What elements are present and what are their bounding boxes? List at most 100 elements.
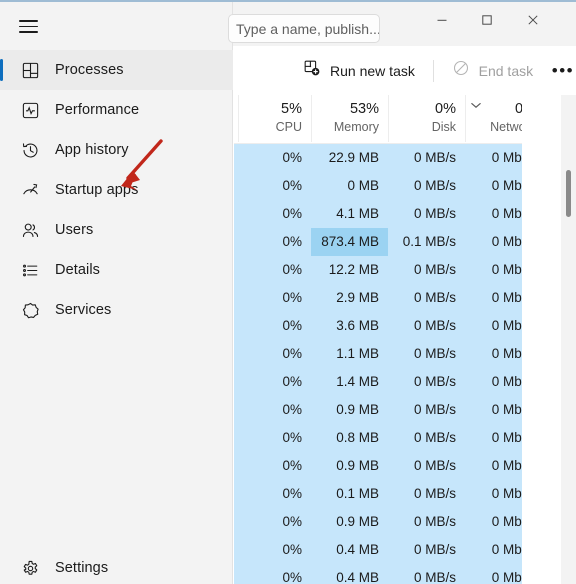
- cell-disk: 0 MB/s: [413, 262, 456, 277]
- cell-cpu: 0%: [282, 346, 302, 361]
- cell-memory: 0.9 MB: [336, 402, 379, 417]
- cell-cpu: 0%: [282, 234, 302, 249]
- cell-cpu: 0%: [282, 486, 302, 501]
- cell-cpu: 0%: [282, 570, 302, 584]
- column-summary: 5%: [281, 101, 302, 117]
- selection-accent-bar: [0, 59, 3, 81]
- task-manager-window: Processes Performance App history Startu…: [0, 0, 576, 584]
- sidebar-nav-list: Processes Performance App history Startu…: [0, 50, 233, 330]
- cell-disk: 0 MB/s: [413, 290, 456, 305]
- cell-memory: 0 MB: [347, 178, 379, 193]
- cell-cpu: 0%: [282, 514, 302, 529]
- hamburger-icon-bar: [19, 20, 38, 22]
- cell-cpu: 0%: [282, 458, 302, 473]
- cell-cpu: 0%: [282, 206, 302, 221]
- search-input[interactable]: Type a name, publish...: [228, 14, 380, 43]
- cell-disk: 0 MB/s: [413, 430, 456, 445]
- hamburger-icon-bar: [19, 31, 38, 33]
- cell-memory: 22.9 MB: [328, 150, 379, 165]
- run-new-task-label: Run new task: [330, 62, 415, 79]
- users-icon: [8, 221, 52, 240]
- maximize-button[interactable]: [464, 2, 509, 38]
- cell-disk: 0 MB/s: [413, 486, 456, 501]
- cell-cpu: 0%: [282, 318, 302, 333]
- sidebar-item-label: Performance: [55, 102, 140, 118]
- search-placeholder: Type a name, publish...: [236, 20, 380, 37]
- cell-disk: 0 MB/s: [413, 514, 456, 529]
- cell-cpu: 0%: [282, 402, 302, 417]
- scrollbar-thumb[interactable]: [566, 170, 571, 217]
- sidebar-item-settings[interactable]: Settings: [0, 548, 233, 584]
- column-name: CPU: [275, 120, 302, 134]
- sidebar-item-label: Processes: [55, 62, 124, 78]
- cell-memory: 873.4 MB: [311, 228, 388, 256]
- hamburger-menu-button[interactable]: [8, 8, 52, 44]
- cell-disk: 0 MB/s: [413, 178, 456, 193]
- toolbar-divider: [432, 59, 434, 82]
- app-history-icon: [8, 141, 52, 160]
- cell-disk: 0 MB/s: [413, 206, 456, 221]
- vertical-scrollbar[interactable]: [561, 95, 576, 584]
- table-right-gutter: [522, 95, 576, 584]
- cell-memory: 0.4 MB: [336, 570, 379, 584]
- gear-icon: [8, 559, 52, 578]
- cell-disk: 0 MB/s: [413, 570, 456, 584]
- sidebar-item-processes[interactable]: Processes: [0, 50, 233, 90]
- new-task-icon: [303, 59, 321, 82]
- cell-disk: 0 MB/s: [413, 458, 456, 473]
- cell-memory: 1.1 MB: [336, 346, 379, 361]
- cell-memory: 0.8 MB: [336, 430, 379, 445]
- sidebar-item-services[interactable]: Services: [0, 290, 233, 330]
- sidebar-item-label: App history: [55, 142, 129, 158]
- details-icon: [8, 261, 52, 280]
- cell-memory: 0.9 MB: [336, 458, 379, 473]
- more-options-button[interactable]: •••: [550, 56, 576, 86]
- cell-disk: 0 MB/s: [413, 318, 456, 333]
- cell-cpu: 0%: [282, 178, 302, 193]
- cell-memory: 12.2 MB: [328, 262, 379, 277]
- sidebar-item-label: Services: [55, 302, 112, 318]
- sidebar-item-label: Settings: [55, 560, 109, 576]
- sidebar-item-users[interactable]: Users: [0, 210, 233, 250]
- cell-memory: 0.1 MB: [336, 486, 379, 501]
- cell-disk: 0 MB/s: [413, 542, 456, 557]
- end-task-button[interactable]: End task: [446, 55, 539, 87]
- services-icon: [8, 301, 52, 320]
- minimize-button[interactable]: [419, 2, 464, 38]
- cell-disk: 0 MB/s: [413, 402, 456, 417]
- sidebar-item-startup-apps[interactable]: Startup apps: [0, 170, 233, 210]
- cell-memory: 1.4 MB: [336, 374, 379, 389]
- sidebar: Processes Performance App history Startu…: [0, 2, 233, 584]
- column-header-disk[interactable]: 0% Disk: [388, 95, 465, 142]
- column-name: Disk: [431, 120, 456, 134]
- startup-apps-icon: [8, 181, 52, 200]
- cell-cpu: 0%: [282, 290, 302, 305]
- close-button[interactable]: [510, 2, 555, 38]
- cell-memory: 3.6 MB: [336, 318, 379, 333]
- cell-cpu: 0%: [282, 430, 302, 445]
- cell-disk: 0 MB/s: [413, 374, 456, 389]
- command-bar: Run new task End task •••: [234, 46, 576, 95]
- title-bar: Type a name, publish...: [228, 2, 576, 46]
- column-summary: 0%: [435, 101, 456, 117]
- cell-cpu: 0%: [282, 150, 302, 165]
- hamburger-icon-bar: [19, 25, 38, 28]
- sidebar-item-label: Users: [55, 222, 94, 238]
- column-summary: 53%: [349, 101, 379, 117]
- sidebar-item-label: Details: [55, 262, 101, 278]
- sidebar-item-app-history[interactable]: App history: [0, 130, 233, 170]
- sidebar-item-details[interactable]: Details: [0, 250, 233, 290]
- cell-disk: 0 MB/s: [413, 150, 456, 165]
- sidebar-item-label: Startup apps: [55, 182, 139, 198]
- cell-cpu: 0%: [282, 374, 302, 389]
- end-task-icon: [452, 59, 470, 82]
- sidebar-item-performance[interactable]: Performance: [0, 90, 233, 130]
- column-header-memory[interactable]: 53% Memory: [311, 95, 388, 142]
- more-options-icon: •••: [551, 60, 575, 80]
- column-header-cpu[interactable]: 5% CPU: [238, 95, 311, 142]
- performance-icon: [8, 101, 52, 120]
- end-task-label: End task: [478, 62, 534, 79]
- cell-cpu: 0%: [282, 262, 302, 277]
- cell-memory: 0.4 MB: [336, 542, 379, 557]
- run-new-task-button[interactable]: Run new task: [297, 55, 421, 87]
